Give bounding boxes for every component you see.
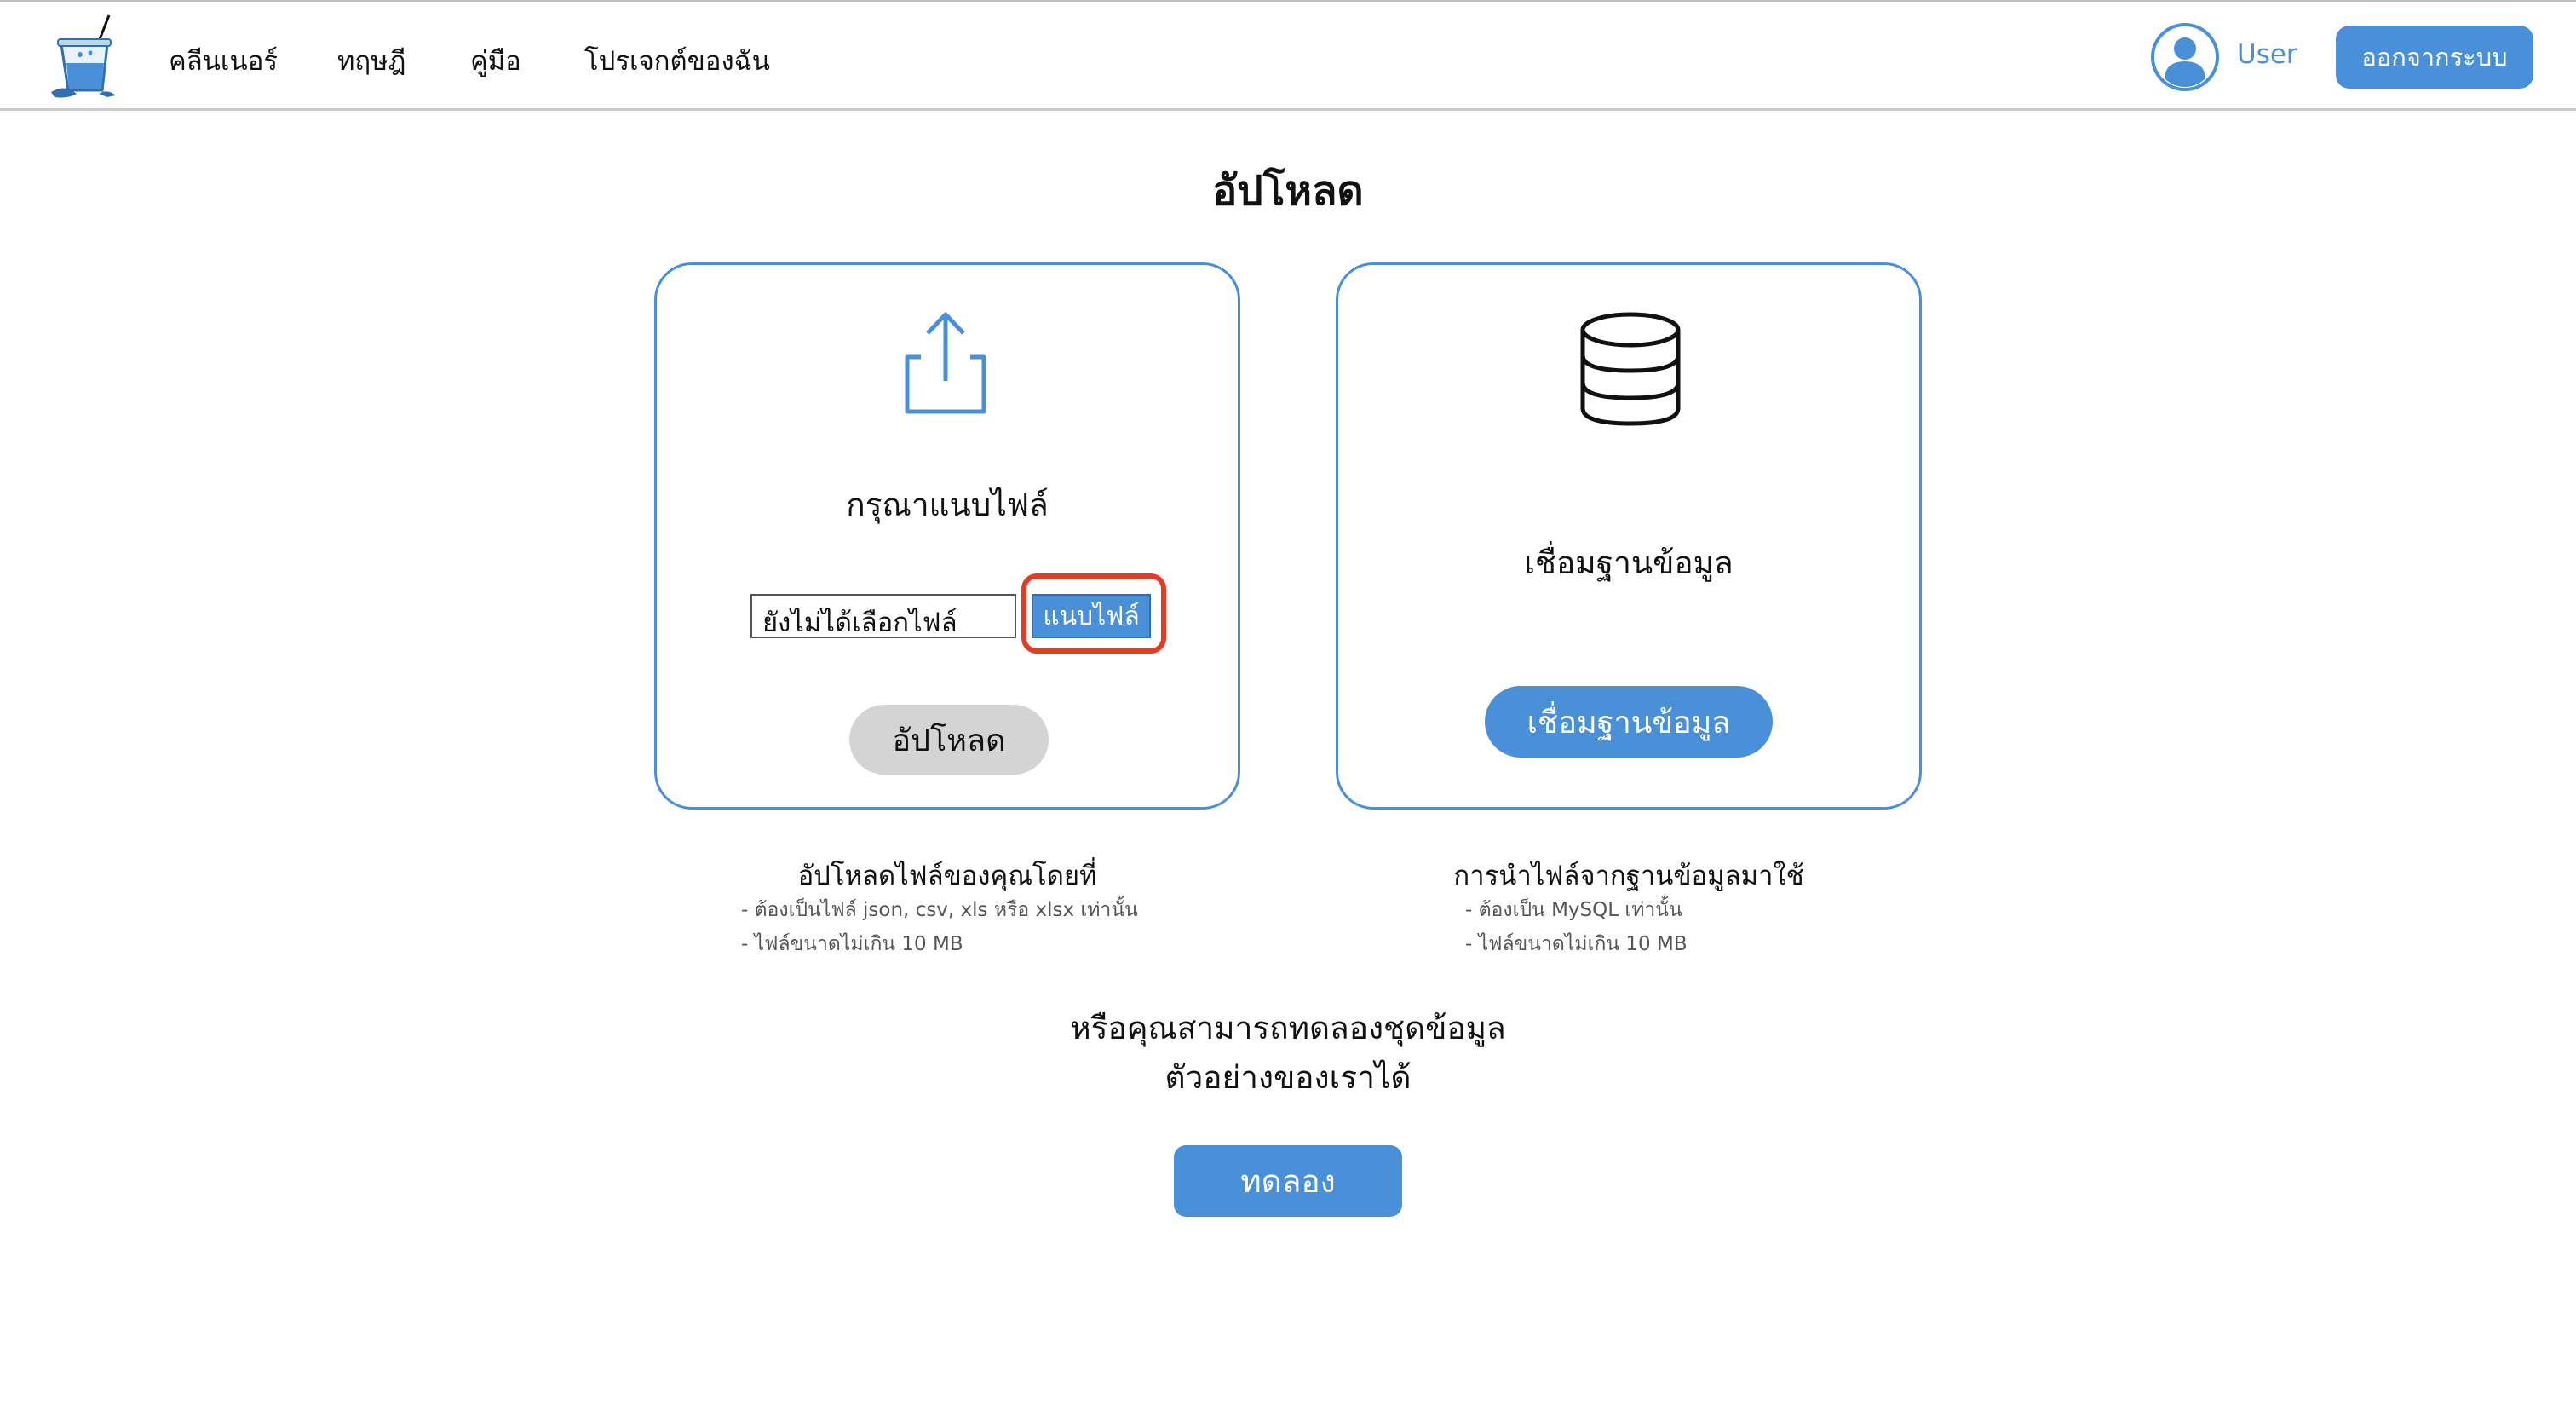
database-requirement-type: - ต้องเป็น MySQL เท่านั้น	[1465, 899, 1682, 921]
database-connect-card: เชื่อมฐานข้อมูล เชื่อมฐานข้อมูล	[1336, 262, 1922, 810]
nav-link-theory[interactable]: ทฤษฎี	[337, 39, 405, 82]
database-description-title: การนำไฟล์จากฐานข้อมูลมาใช้	[1453, 861, 1804, 891]
top-navbar: คลีนเนอร์ ทฤษฎี คู่มือ โปรเจกต์ของฉัน Us…	[0, 0, 2576, 111]
nav-link-manual[interactable]: คู่มือ	[470, 39, 521, 82]
upload-requirement-format: - ต้องเป็นไฟล์ json, csv, xls หรือ xlsx …	[741, 899, 1138, 921]
database-icon	[1580, 312, 1681, 426]
upload-card-heading: กรุณาแนบไฟล์	[846, 487, 1049, 523]
cleaner-cup-logo-icon[interactable]	[48, 14, 121, 99]
upload-button[interactable]: อัปโหลด	[849, 705, 1049, 775]
upload-icon	[905, 312, 986, 414]
sample-prompt-line-2: ตัวอย่างของเราได้	[1164, 1059, 1412, 1096]
user-name-label[interactable]: User	[2237, 39, 2297, 70]
attach-file-button[interactable]: แนบไฟล์	[1032, 594, 1151, 638]
selected-file-display: ยังไม่ได้เลือกไฟล์	[750, 594, 1016, 638]
user-avatar-icon[interactable]	[2150, 22, 2220, 92]
connect-database-button[interactable]: เชื่อมฐานข้อมูล	[1485, 686, 1773, 758]
upload-file-card: กรุณาแนบไฟล์ ยังไม่ได้เลือกไฟล์ แนบไฟล์ …	[654, 262, 1240, 810]
try-sample-button[interactable]: ทดลอง	[1174, 1145, 1402, 1217]
upload-requirement-size: - ไฟล์ขนาดไม่เกิน 10 MB	[741, 933, 963, 955]
nav-link-cleaner[interactable]: คลีนเนอร์	[169, 39, 278, 82]
page-title: อัปโหลด	[1212, 167, 1364, 215]
upload-description-title: อัปโหลดไฟล์ของคุณโดยที่	[797, 861, 1097, 891]
logout-button[interactable]: ออกจากระบบ	[2336, 26, 2533, 89]
sample-prompt-line-1: หรือคุณสามารถทดลองชุดข้อมูล	[1070, 1010, 1506, 1046]
database-card-heading: เชื่อมฐานข้อมูล	[1524, 545, 1734, 581]
database-requirement-size: - ไฟล์ขนาดไม่เกิน 10 MB	[1465, 933, 1688, 955]
nav-link-my-projects[interactable]: โปรเจกต์ของฉัน	[584, 39, 770, 82]
